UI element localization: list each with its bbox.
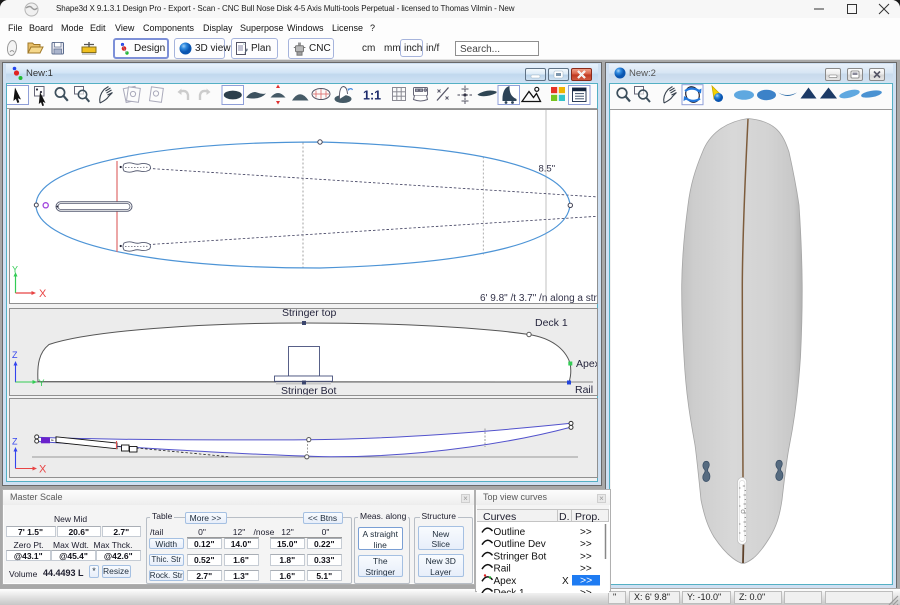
svg-text:8.5": 8.5" [538,164,555,175]
svg-text:>>: >> [580,563,592,574]
svg-text:X: X [39,288,47,300]
svg-text:Z: Z [12,436,18,446]
svg-text:Stringer Bot: Stringer Bot [494,551,547,562]
svg-text:Outline: Outline [494,527,526,538]
svg-text:Stringer Bot: Stringer Bot [281,385,337,395]
svg-text:Rail: Rail [494,563,511,574]
svg-text:Deck 1: Deck 1 [494,588,526,593]
svg-text:Y: Y [38,378,44,388]
svg-text:Apex: Apex [576,358,597,370]
svg-text:X: X [562,575,569,586]
svg-text:X: X [39,463,47,475]
svg-text:Z: Z [12,350,18,360]
svg-text:>>: >> [580,527,592,538]
svg-text:>>: >> [580,574,592,586]
svg-text:Stringer top: Stringer top [282,309,336,319]
svg-text:Deck 1: Deck 1 [535,317,568,329]
svg-text:Outline Dev: Outline Dev [494,539,546,550]
svg-text:Rail: Rail [575,384,593,395]
svg-text:Y: Y [12,265,18,275]
svg-text:>>: >> [580,588,592,593]
svg-text:>>: >> [580,551,592,562]
svg-text:6' 9.8" /t 3.7" /n along a str: 6' 9.8" /t 3.7" /n along a stra [480,293,597,303]
svg-text:>>: >> [580,539,592,550]
svg-text:1:1: 1:1 [363,89,381,103]
svg-text:Apex: Apex [494,575,517,586]
